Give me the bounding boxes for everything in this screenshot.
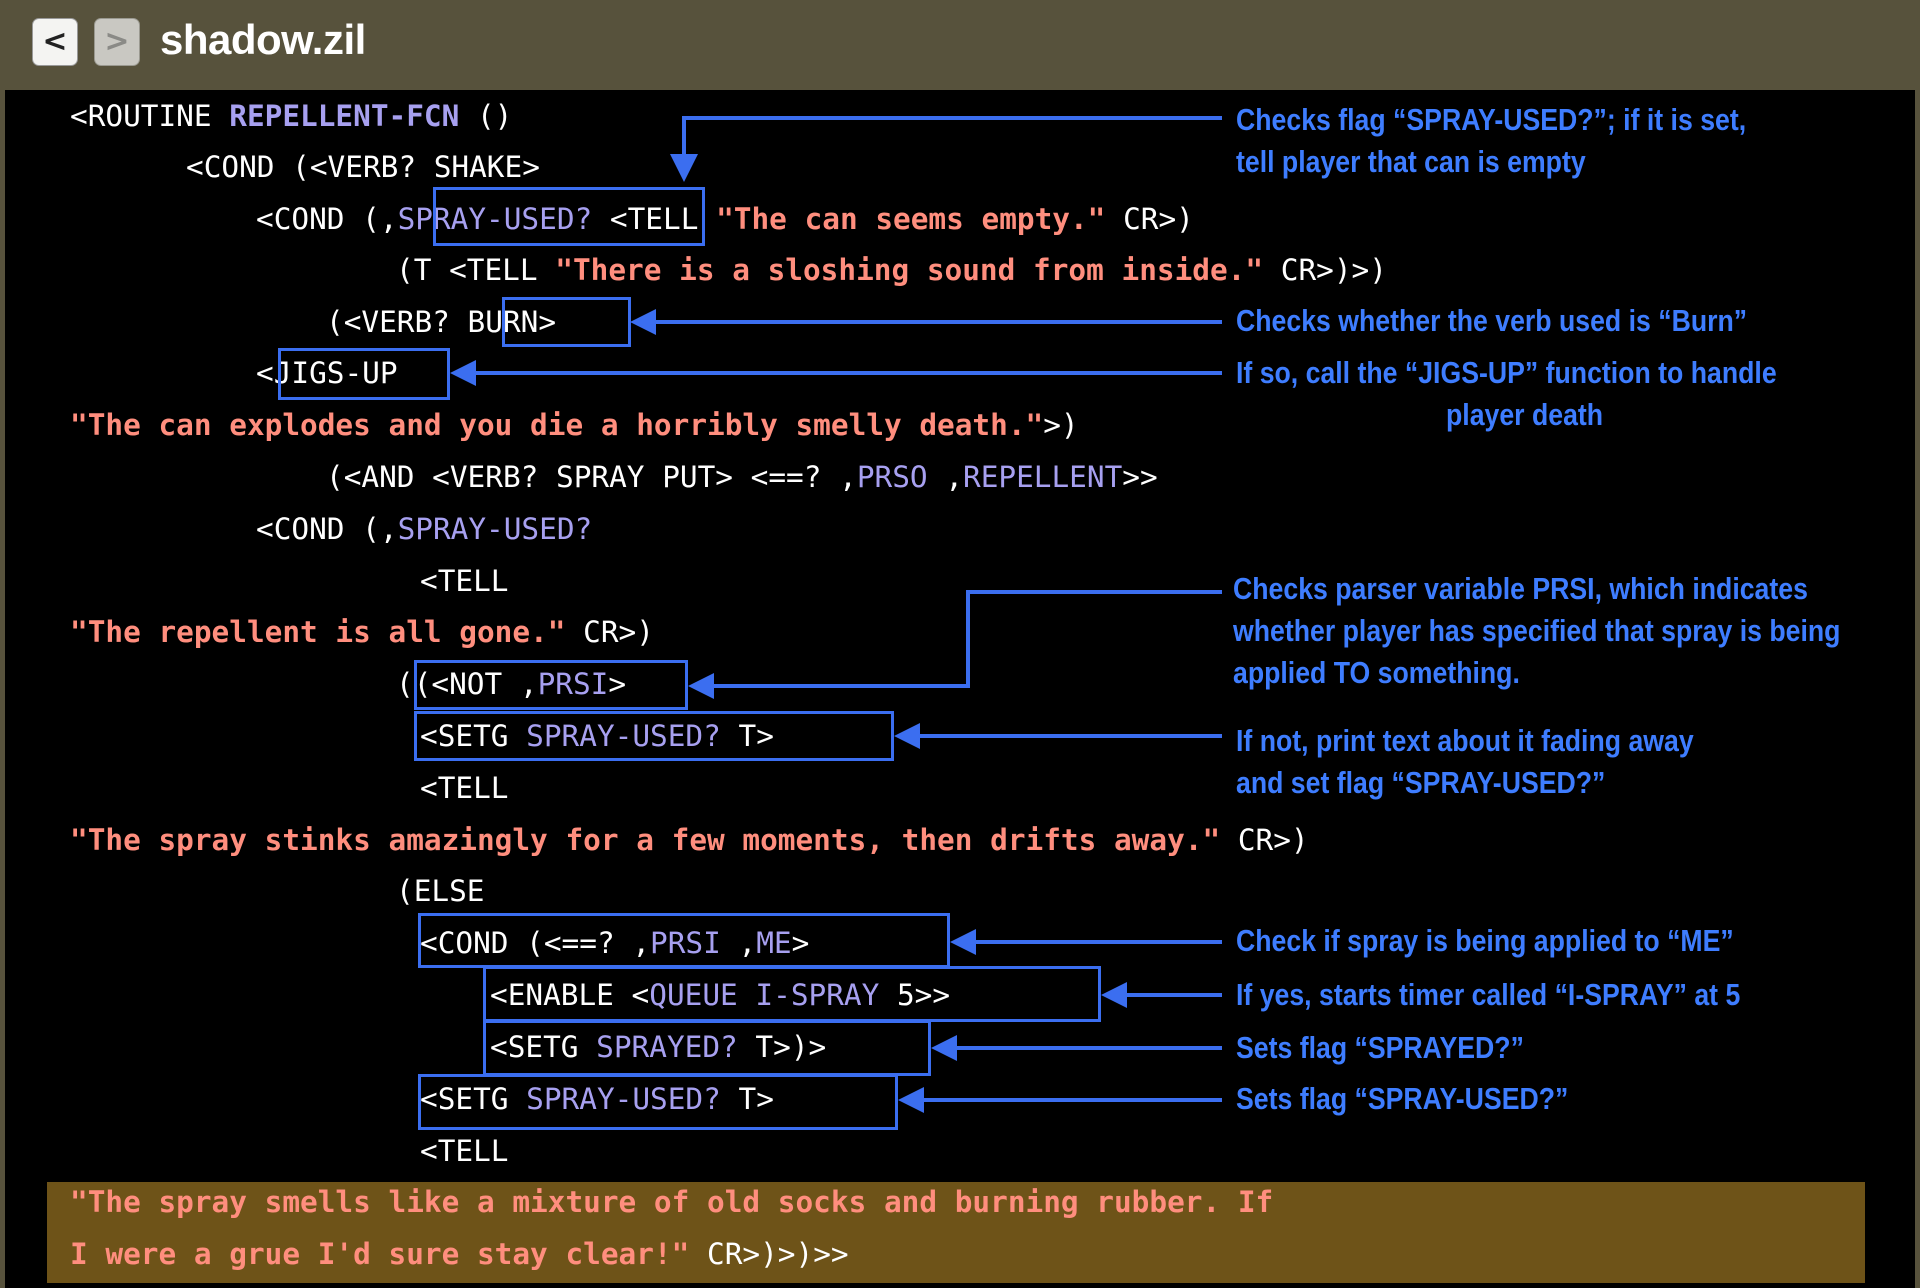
- arrowhead: [1101, 982, 1127, 1008]
- arrowhead: [894, 723, 920, 749]
- annotation-spray-used-set: Sets flag “SPRAY-USED?”: [1236, 1081, 1569, 1116]
- annotation-setg-line1: If not, print text about it fading away: [1236, 723, 1694, 758]
- arrow-spray-used: [682, 116, 1222, 160]
- arrowhead: [931, 1035, 957, 1061]
- annotation-enable: If yes, starts timer called “I-SPRAY” at…: [1236, 977, 1741, 1012]
- arrowhead: [450, 360, 476, 386]
- arrowhead: [898, 1087, 924, 1113]
- annotation-burn: Checks whether the verb used is “Burn”: [1236, 303, 1748, 338]
- annotation-spray-used-line1: Checks flag “SPRAY-USED?”; if it is set,: [1236, 102, 1747, 137]
- annotation-prsi-line1: Checks parser variable PRSI, which indic…: [1233, 571, 1808, 606]
- annotation-jigs-up-line1: If so, call the “JIGS-UP” function to ha…: [1236, 355, 1777, 390]
- arrow-prsi: [706, 590, 1222, 688]
- annotation-prsi-line3: applied TO something.: [1233, 655, 1520, 690]
- arrowhead: [950, 929, 976, 955]
- arrowhead: [670, 154, 698, 182]
- arrowhead: [630, 309, 656, 335]
- annotation-jigs-up-line2: player death: [1446, 397, 1604, 432]
- annotation-setg-line2: and set flag “SPRAY-USED?”: [1236, 765, 1606, 800]
- annotation-sprayed: Sets flag “SPRAYED?”: [1236, 1030, 1524, 1065]
- annotation-prsi-line2: whether player has specified that spray …: [1233, 613, 1841, 648]
- arrowhead: [688, 673, 714, 699]
- annotation-me: Check if spray is being applied to “ME”: [1236, 923, 1734, 958]
- annotation-spray-used-line2: tell player that can is empty: [1236, 144, 1586, 179]
